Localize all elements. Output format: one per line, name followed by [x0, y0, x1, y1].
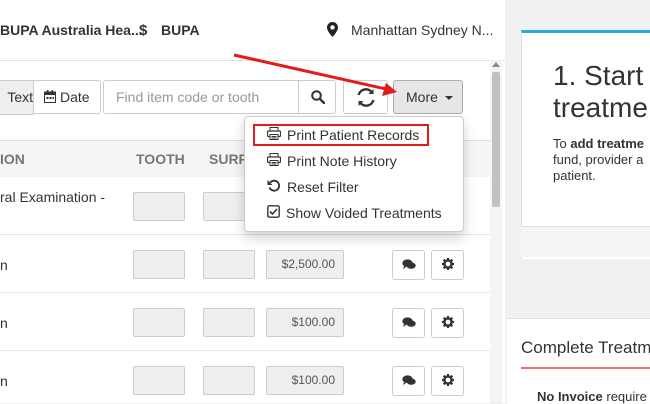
card-heading-line1: 1. Start — [553, 60, 644, 91]
card-heading-line2: treatme — [553, 92, 648, 123]
card-body-line2: fund, provider a — [553, 152, 644, 167]
no-invoice-label: No Invoice — [537, 389, 603, 404]
complete-treatment-title: Complete Treatm — [521, 338, 650, 357]
start-treatment-card: 1. Start treatme To add treatme fund, pr… — [521, 30, 650, 259]
card-body-line3: patient. — [553, 168, 596, 183]
start-treatment-card-footer — [521, 226, 650, 257]
no-invoice-rest: require — [602, 389, 647, 404]
card-body-prefix: To — [553, 136, 571, 151]
complete-treatment-card: Complete Treatm No Invoice require — [507, 318, 650, 404]
card-body-bold: add treatme — [570, 136, 645, 151]
